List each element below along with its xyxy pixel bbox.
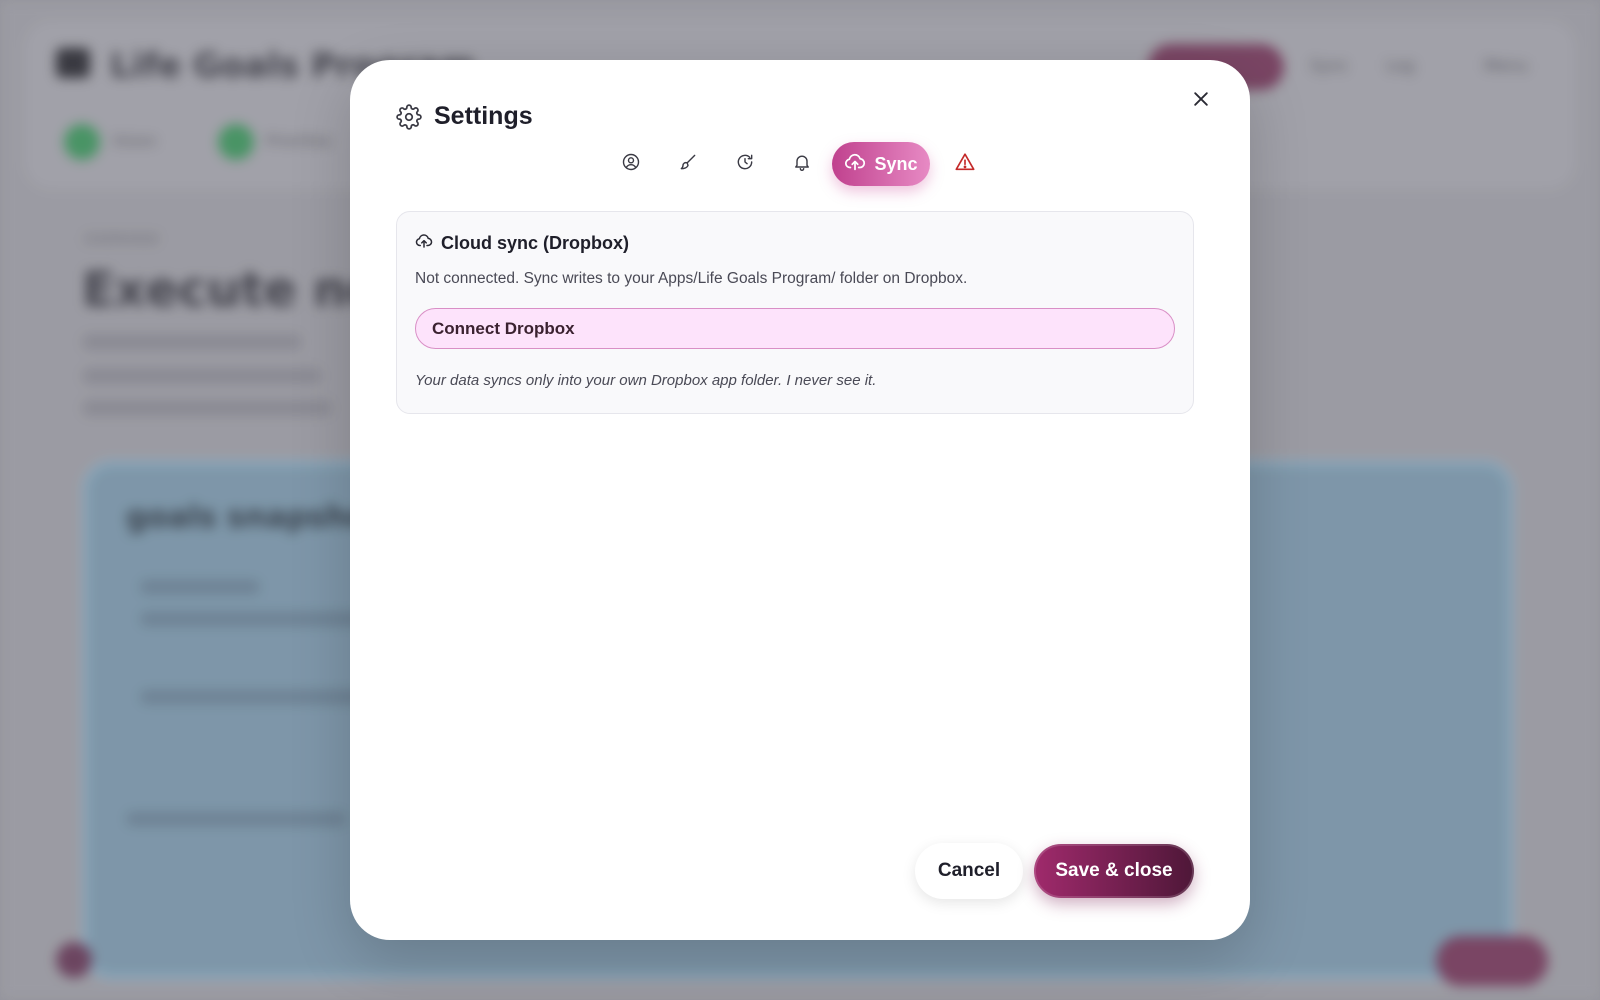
panel-title: Cloud sync (Dropbox) xyxy=(441,232,629,253)
cloud-upload-icon xyxy=(415,232,433,254)
warning-icon xyxy=(954,151,976,177)
bell-icon xyxy=(792,152,812,176)
tab-danger-zone[interactable] xyxy=(936,142,993,186)
close-icon xyxy=(1191,89,1211,113)
panel-header: Cloud sync (Dropbox) xyxy=(415,232,629,254)
cancel-button[interactable]: Cancel xyxy=(915,843,1023,899)
save-close-button[interactable]: Save & close xyxy=(1034,844,1194,898)
tab-history[interactable] xyxy=(716,142,773,186)
user-circle-icon xyxy=(621,152,641,176)
gear-icon xyxy=(396,104,422,130)
dropbox-sync-panel: Cloud sync (Dropbox) Not connected. Sync… xyxy=(396,211,1194,414)
settings-tabs: Sync xyxy=(602,140,993,188)
tab-sync[interactable]: Sync xyxy=(832,142,930,186)
tab-appearance[interactable] xyxy=(659,142,716,186)
refresh-icon xyxy=(735,152,755,176)
sync-status-text: Not connected. Sync writes to your Apps/… xyxy=(415,270,968,287)
tab-profile[interactable] xyxy=(602,142,659,186)
cloud-upload-icon xyxy=(844,151,866,177)
brush-icon xyxy=(678,152,698,176)
connect-dropbox-button[interactable]: Connect Dropbox xyxy=(415,308,1175,349)
tab-notifications[interactable] xyxy=(773,142,830,186)
tab-sync-label: Sync xyxy=(874,153,918,174)
settings-modal: Settings Sync Cloud sync (Dropbox) Not c… xyxy=(350,60,1250,940)
close-button[interactable] xyxy=(1184,84,1218,118)
modal-title: Settings xyxy=(434,102,533,130)
privacy-note: Your data syncs only into your own Dropb… xyxy=(415,372,877,389)
